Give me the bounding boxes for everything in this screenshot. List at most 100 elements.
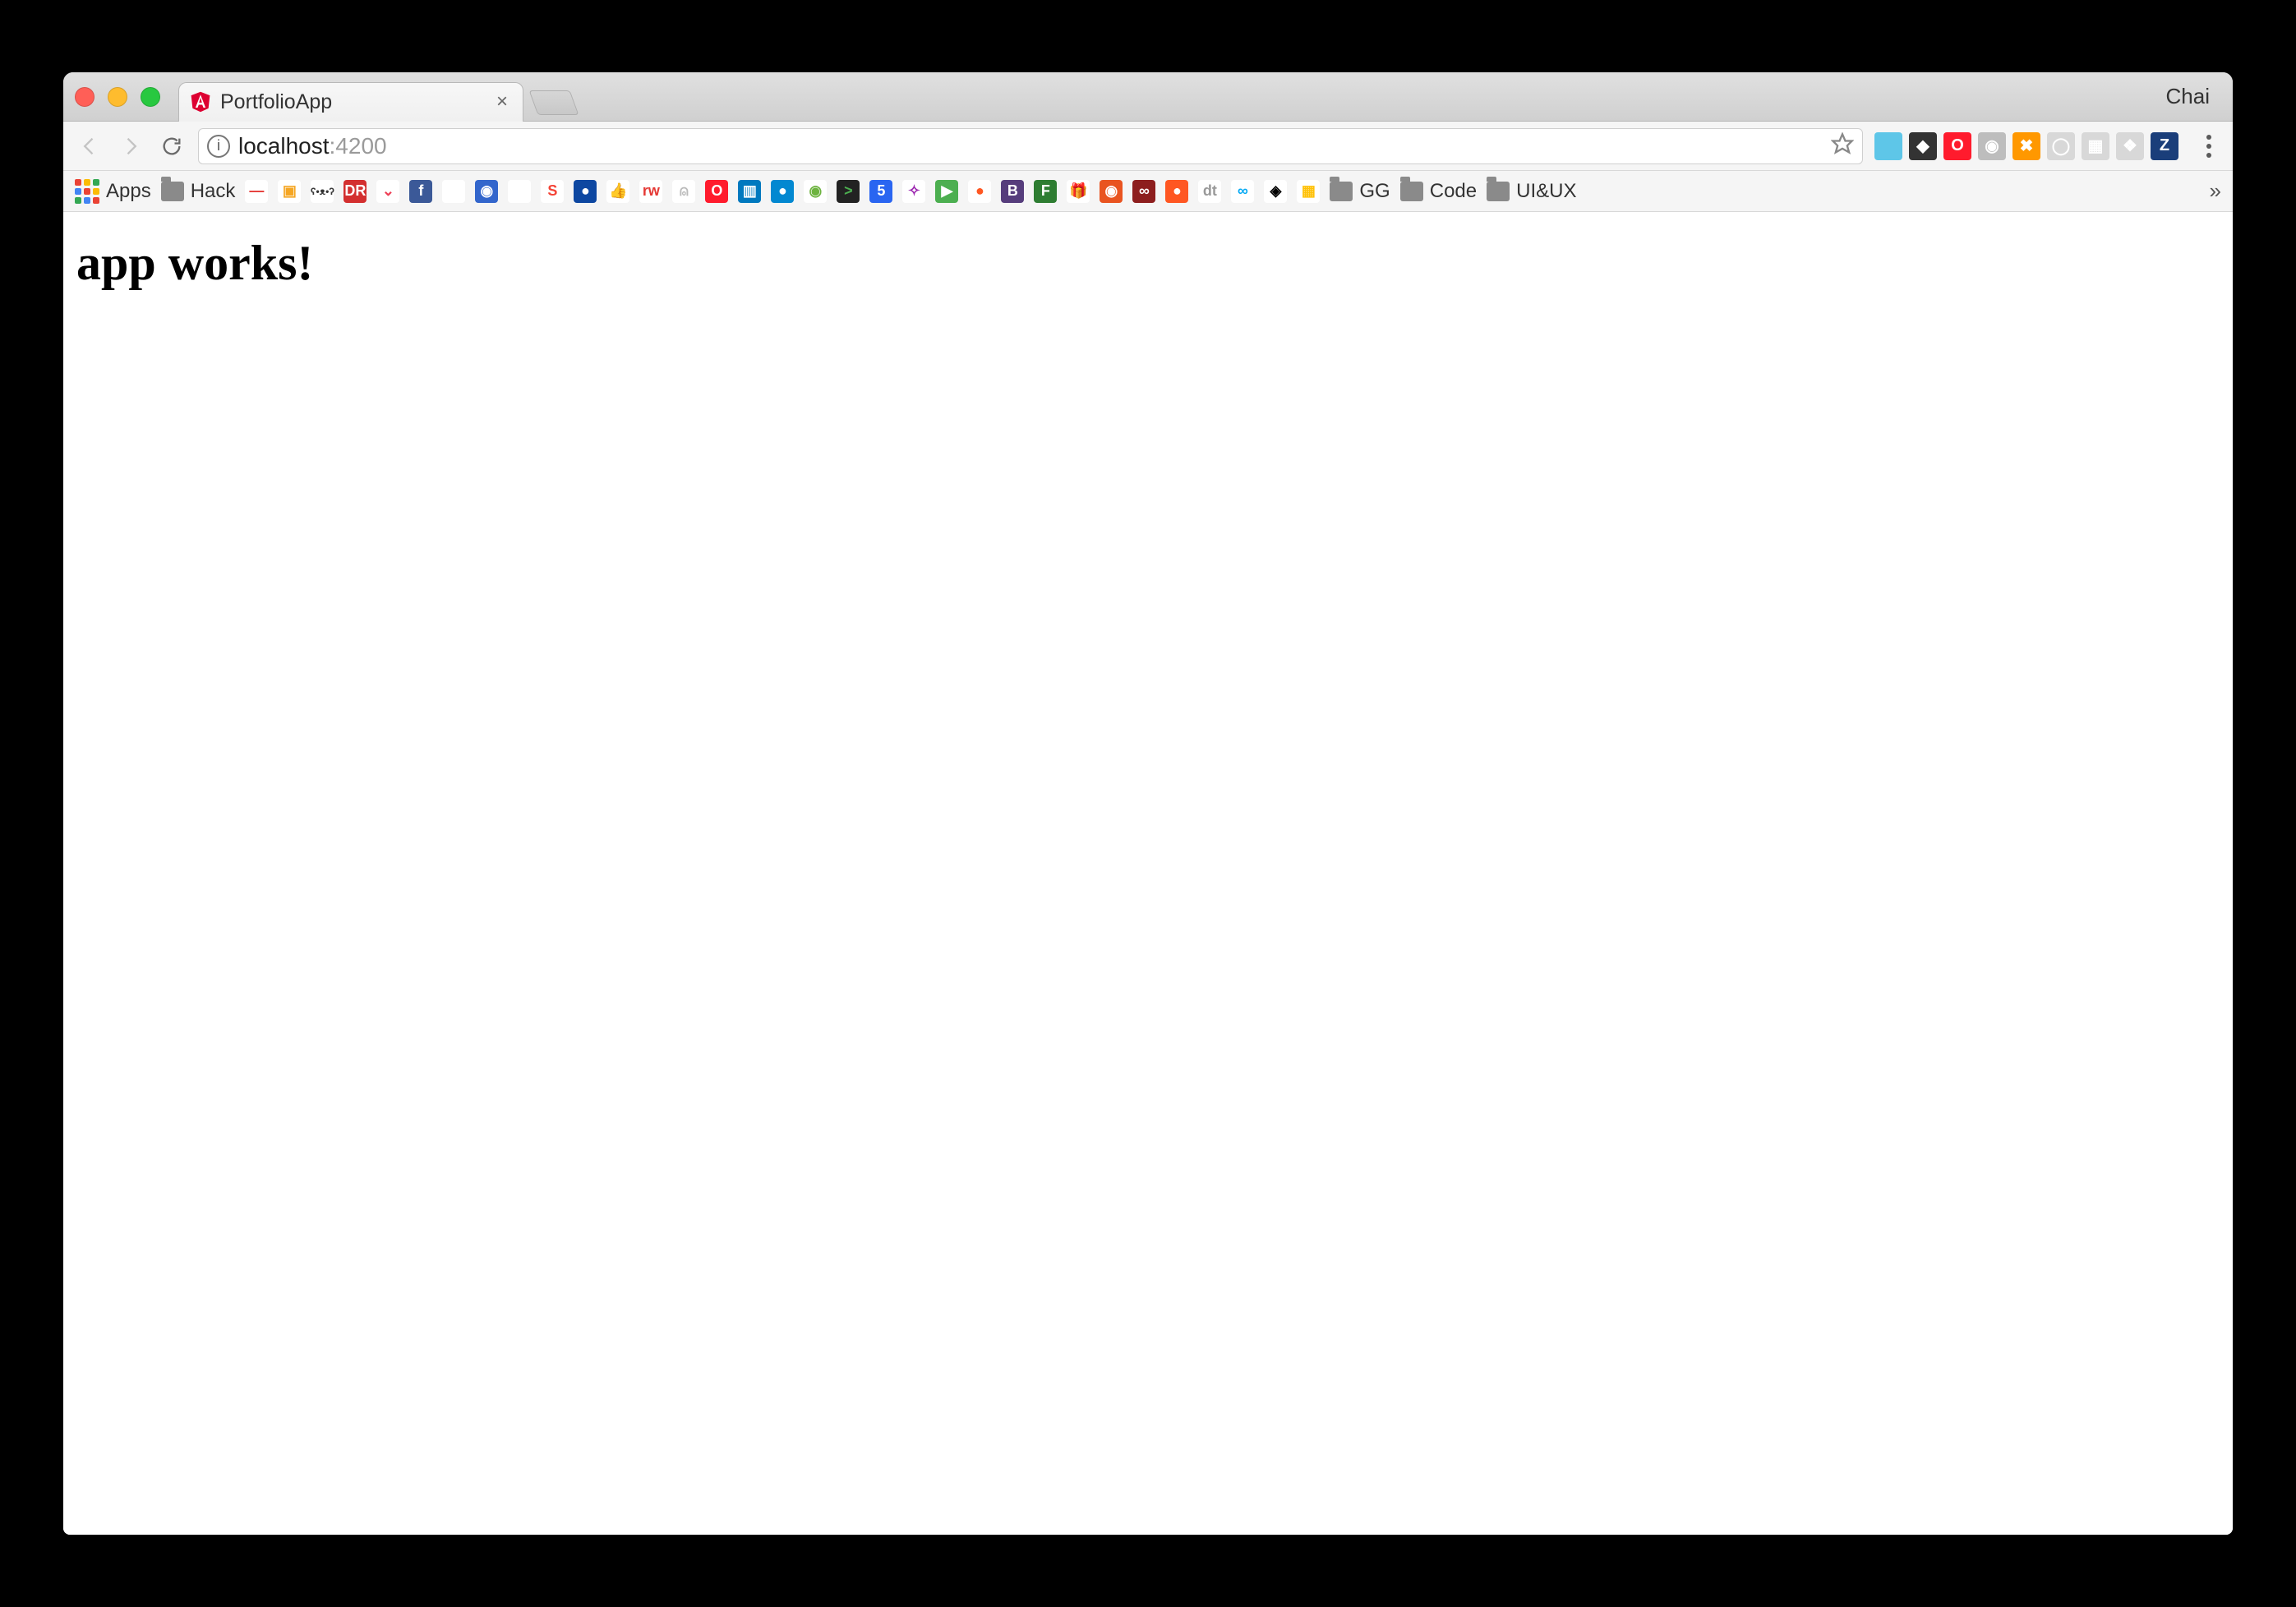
bookmarks-apps-label: Apps: [106, 180, 151, 203]
ext-grid2[interactable]: ❖: [2116, 132, 2144, 160]
address-bar[interactable]: i localhost:4200: [198, 128, 1863, 164]
bookmarks-bar: Apps Hack — ▣ ʕ•ᴥ•ʔ DR ⌄ f ◉ S ● 👍 rw ⍝ O ▥ ● ◉ >5 ✧ ▶ ● BF 🎁 ◉…: [63, 171, 2233, 212]
bookmark-item[interactable]: ◉: [475, 180, 498, 203]
orange-dot-icon: ●: [968, 180, 991, 203]
new-tab-button[interactable]: [529, 90, 579, 115]
key-icon: ●: [771, 180, 794, 203]
browser-window: PortfolioApp × Chai i localhost:4200 ◆O◉…: [63, 72, 2233, 1535]
bookmark-item[interactable]: ●: [1165, 180, 1188, 203]
facebook-icon: f: [409, 180, 432, 203]
folder-icon: [1400, 182, 1423, 201]
ext-grid1[interactable]: ▦: [2082, 132, 2109, 160]
cloud-icon: ∞: [1231, 180, 1254, 203]
bookmark-item[interactable]: ◈: [1264, 180, 1287, 203]
bookmark-item[interactable]: ●: [771, 180, 794, 203]
bookmark-item[interactable]: S: [541, 180, 564, 203]
bookmark-item[interactable]: DR: [343, 180, 367, 203]
bookmark-item[interactable]: ⍝: [672, 180, 695, 203]
bookmark-item[interactable]: F: [1034, 180, 1057, 203]
close-tab-button[interactable]: ×: [496, 90, 508, 113]
bookmark-item[interactable]: rw: [639, 180, 662, 203]
reload-button[interactable]: [157, 131, 187, 161]
html5-icon: 5: [869, 180, 892, 203]
extensions-strip: ◆O◉✖◯▦❖Z: [1874, 132, 2178, 160]
bookmark-folder-label: GG: [1359, 180, 1390, 203]
bookmarks-apps[interactable]: Apps: [75, 179, 151, 204]
bookmark-item[interactable]: 5: [869, 180, 892, 203]
forward-button[interactable]: [116, 131, 145, 161]
bookmark-item[interactable]: O: [705, 180, 728, 203]
bookmark-folder-hack[interactable]: Hack: [161, 180, 236, 203]
bookmark-item[interactable]: [508, 180, 531, 203]
dt-icon: dt: [1198, 180, 1221, 203]
url-text: localhost:4200: [238, 133, 387, 159]
underscore-icon: —: [245, 180, 268, 203]
site-info-icon[interactable]: i: [207, 135, 230, 158]
bookmark-item[interactable]: dt: [1198, 180, 1221, 203]
bookmark-item[interactable]: f: [409, 180, 432, 203]
window-controls: [75, 87, 160, 107]
bookmark-item[interactable]: [442, 180, 465, 203]
bookmark-folder-label: Code: [1430, 180, 1477, 203]
bookmark-item[interactable]: 🎁: [1067, 180, 1090, 203]
uikit-icon: ✧: [902, 180, 925, 203]
trello-icon: ▥: [738, 180, 761, 203]
s-icon: S: [541, 180, 564, 203]
github-icon: [442, 180, 465, 203]
terminal-icon: >: [837, 180, 860, 203]
play-icon: ▶: [935, 180, 958, 203]
minimize-window-button[interactable]: [108, 87, 127, 107]
bookmark-item[interactable]: ʕ•ᴥ•ʔ: [311, 180, 334, 203]
profile-label[interactable]: Chai: [2166, 84, 2221, 109]
ext-evernote[interactable]: [1874, 132, 1902, 160]
bookmark-item[interactable]: ∞: [1132, 180, 1155, 203]
toolbar: i localhost:4200 ◆O◉✖◯▦❖Z: [63, 122, 2233, 171]
bookmark-folder-gg[interactable]: GG: [1330, 180, 1390, 203]
bookmark-item[interactable]: ●: [574, 180, 597, 203]
maximize-window-button[interactable]: [141, 87, 160, 107]
bookmark-folder-ui-ux[interactable]: UI&UX: [1487, 180, 1576, 203]
ext-pocket-save[interactable]: ◆: [1909, 132, 1937, 160]
dr-icon: DR: [343, 180, 367, 203]
bootstrap-icon: B: [1001, 180, 1024, 203]
folder-icon: [1330, 182, 1353, 201]
tab-title: PortfolioApp: [220, 90, 332, 114]
bookmark-item[interactable]: ⌄: [376, 180, 399, 203]
bookmark-item[interactable]: ◉: [804, 180, 827, 203]
tab-bar: PortfolioApp × Chai: [63, 72, 2233, 122]
close-window-button[interactable]: [75, 87, 95, 107]
browser-tab-active[interactable]: PortfolioApp ×: [178, 82, 523, 122]
bookmark-star-button[interactable]: [1831, 132, 1854, 159]
f-icon: F: [1034, 180, 1057, 203]
bookmark-item[interactable]: 👍: [606, 180, 629, 203]
browser-menu-button[interactable]: [2197, 135, 2221, 158]
bookmark-folder-code[interactable]: Code: [1400, 180, 1477, 203]
bookmark-item[interactable]: ●: [968, 180, 991, 203]
opera-bm-icon: O: [705, 180, 728, 203]
gift-icon: 🎁: [1067, 180, 1090, 203]
ext-z[interactable]: Z: [2151, 132, 2178, 160]
bookmark-item[interactable]: ▦: [1297, 180, 1320, 203]
bookmark-item[interactable]: ▣: [278, 180, 301, 203]
bookmark-item[interactable]: >: [837, 180, 860, 203]
codepen-icon: ◈: [1264, 180, 1287, 203]
spring-icon: ◉: [804, 180, 827, 203]
ext-opera[interactable]: O: [1943, 132, 1971, 160]
ext-orbit[interactable]: ✖: [2012, 132, 2040, 160]
reddit-icon: [508, 180, 531, 203]
box-icon: ▣: [278, 180, 301, 203]
bookmark-item[interactable]: B: [1001, 180, 1024, 203]
bookmark-item[interactable]: —: [245, 180, 268, 203]
ext-clock[interactable]: ◯: [2047, 132, 2075, 160]
bookmarks-overflow-button[interactable]: »: [2210, 178, 2221, 204]
ext-camera[interactable]: ◉: [1978, 132, 2006, 160]
bookmark-item[interactable]: ✧: [902, 180, 925, 203]
bookmark-item[interactable]: ▥: [738, 180, 761, 203]
rw-icon: rw: [639, 180, 662, 203]
bookmark-item[interactable]: ∞: [1231, 180, 1254, 203]
url-port: :4200: [330, 133, 387, 159]
bookmark-item[interactable]: ▶: [935, 180, 958, 203]
bear-icon: ʕ•ᴥ•ʔ: [311, 180, 334, 203]
bookmark-item[interactable]: ◉: [1100, 180, 1123, 203]
back-button[interactable]: [75, 131, 104, 161]
